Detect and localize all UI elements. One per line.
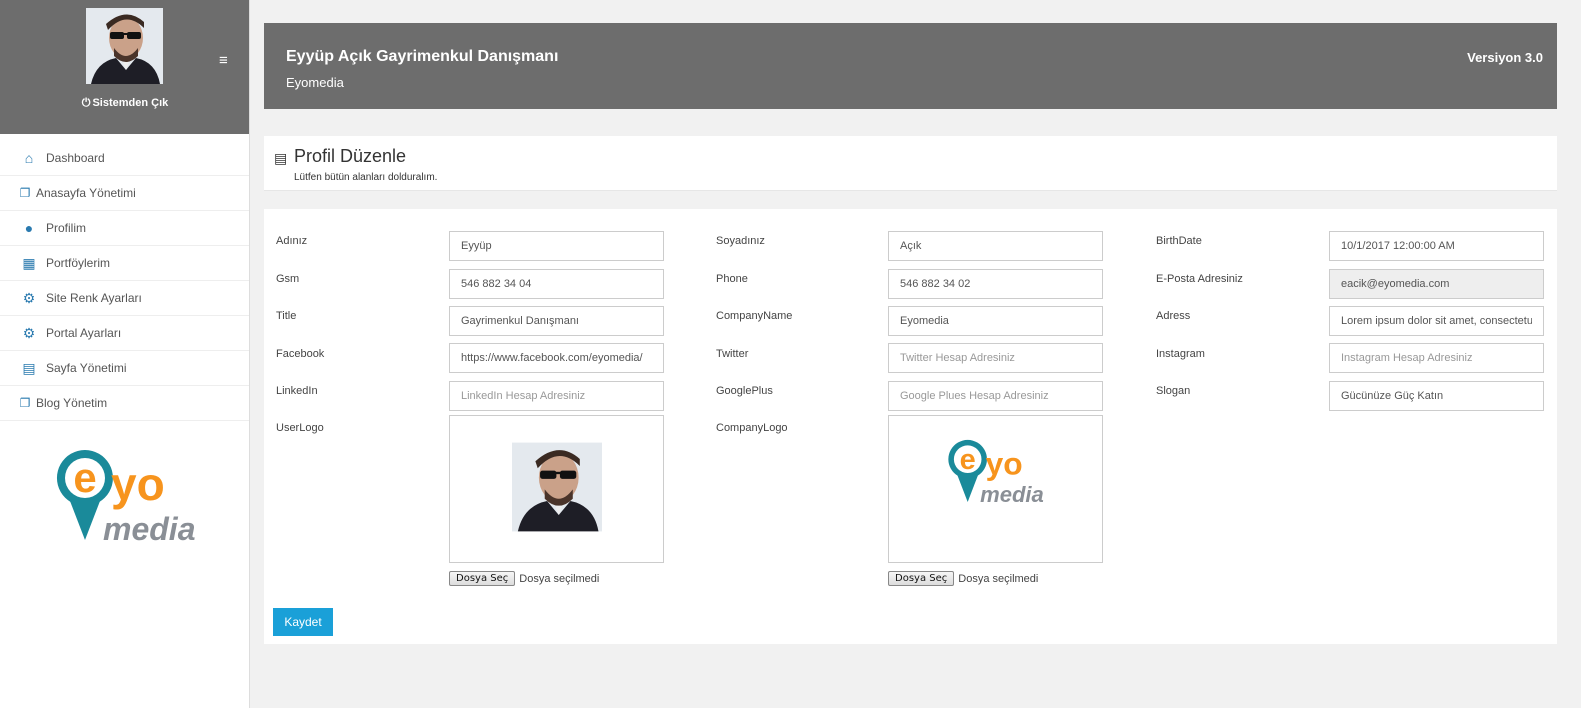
sidebar-item-portal[interactable]: ⚙ Portal Ayarları	[0, 316, 249, 351]
label-slogan: Slogan	[1156, 385, 1191, 397]
top-header: Eyyüp Açık Gayrimenkul Danışmanı Eyomedi…	[264, 23, 1557, 109]
facebook-input[interactable]	[449, 343, 664, 373]
logo-yo: yo	[111, 458, 165, 510]
instagram-input[interactable]	[1329, 343, 1544, 373]
twitter-input[interactable]	[888, 343, 1103, 373]
label-phone: Phone	[716, 273, 748, 285]
label-soyadiniz: Soyadınız	[716, 235, 765, 247]
copy-icon: ❐	[19, 396, 31, 410]
sidebar-item-blog[interactable]: ❐ Blog Yönetim	[0, 386, 249, 421]
company-logo-file: Dosya Seç Dosya seçilmedi	[888, 571, 1038, 586]
adress-input[interactable]	[1329, 306, 1544, 336]
user-logo-file: Dosya Seç Dosya seçilmedi	[449, 571, 599, 586]
sidebar-item-sayfa[interactable]: ▤ Sayfa Yönetimi	[0, 351, 249, 386]
label-googleplus: GooglePlus	[716, 385, 773, 397]
sidebar-item-profilim[interactable]: ● Profilim	[0, 211, 249, 246]
home-icon: ⌂	[24, 149, 34, 166]
googleplus-input[interactable]	[888, 381, 1103, 411]
gear-icon: ⚙	[22, 289, 36, 306]
label-linkedin: LinkedIn	[276, 385, 318, 397]
header-title: Eyyüp Açık Gayrimenkul Danışmanı	[286, 48, 559, 65]
company-logo-yo: yo	[986, 445, 1023, 481]
logo-e: e	[73, 454, 96, 501]
sidebar-item-dashboard[interactable]: ⌂ Dashboard	[0, 134, 249, 176]
company-logo-file-button[interactable]: Dosya Seç	[888, 571, 955, 586]
user-logo-file-button[interactable]: Dosya Seç	[449, 571, 516, 586]
logout-link[interactable]: ⏻ Sistemden Çık	[0, 97, 250, 110]
building-icon: ▦	[22, 254, 36, 271]
label-twitter: Twitter	[716, 348, 749, 360]
sidebar-menu: ⌂ Dashboard ❐ Anasayfa Yönetimi ● Profil…	[0, 134, 249, 421]
soyadiniz-input[interactable]	[888, 231, 1103, 261]
save-button[interactable]: Kaydet	[273, 608, 333, 636]
document-icon: ▤	[22, 359, 36, 376]
label-companyname: CompanyName	[716, 310, 793, 322]
gear-icon: ⚙	[22, 324, 36, 341]
page-title: Profil Düzenle	[294, 146, 407, 166]
adiniz-input[interactable]	[449, 231, 664, 261]
profile-form: Adınız Gsm Title Facebook LinkedIn UserL…	[264, 209, 1557, 644]
user-logo-file-status: Dosya seçilmedi	[519, 572, 600, 585]
birthdate-input[interactable]	[1329, 231, 1544, 261]
company-logo: e yo media	[948, 439, 1044, 507]
copy-icon: ❐	[19, 186, 31, 200]
logo-media: media	[103, 511, 195, 547]
label-title: Title	[276, 310, 297, 322]
version-label: Versiyon 3.0	[1467, 50, 1543, 65]
label-adress: Adress	[1156, 310, 1191, 322]
user-logo-preview	[449, 415, 664, 563]
sidebar-item-anasayfa[interactable]: ❐ Anasayfa Yönetimi	[0, 176, 249, 211]
linkedin-input[interactable]	[449, 381, 664, 411]
power-icon: ⏻	[81, 97, 91, 109]
page-subtitle: Lütfen bütün alanları dolduralım.	[294, 172, 438, 183]
sidebar-item-site-renk[interactable]: ⚙ Site Renk Ayarları	[0, 281, 249, 316]
label-companylogo: CompanyLogo	[716, 422, 788, 434]
gsm-input[interactable]	[449, 269, 664, 299]
sidebar-profile-panel: ≡ ⏻ Sistemden Çık	[0, 0, 249, 134]
slogan-input[interactable]	[1329, 381, 1544, 411]
label-gsm: Gsm	[276, 273, 300, 285]
company-logo-file-status: Dosya seçilmedi	[958, 572, 1039, 585]
title-input[interactable]	[449, 306, 664, 336]
user-photo	[512, 442, 602, 532]
label-birthdate: BirthDate	[1156, 235, 1202, 247]
label-adiniz: Adınız	[276, 235, 308, 247]
sidebar: ≡ ⏻ Sistemden Çık ⌂ Dashboard ❐ Anasayfa …	[0, 0, 250, 708]
user-icon: ●	[24, 220, 34, 236]
label-instagram: Instagram	[1156, 348, 1205, 360]
sidebar-item-portfoylerim[interactable]: ▦ Portföylerim	[0, 246, 249, 281]
label-facebook: Facebook	[276, 348, 325, 360]
company-logo-media: media	[980, 482, 1044, 507]
avatar[interactable]	[86, 8, 163, 84]
clipboard-icon: ▤	[274, 150, 288, 166]
header-subtitle: Eyomedia	[286, 75, 344, 90]
label-eposta: E-Posta Adresiniz	[1156, 273, 1243, 285]
companyname-input[interactable]	[888, 306, 1103, 336]
menu-toggle-icon[interactable]: ≡	[219, 52, 228, 69]
page-title-card: ▤ Profil Düzenle Lütfen bütün alanları d…	[264, 136, 1557, 191]
company-logo-e: e	[960, 444, 976, 476]
company-logo-preview: e yo media	[888, 415, 1103, 563]
eyomedia-logo: e yo media	[55, 448, 200, 548]
label-userlogo: UserLogo	[276, 422, 324, 434]
phone-input[interactable]	[888, 269, 1103, 299]
email-field	[1329, 269, 1544, 299]
